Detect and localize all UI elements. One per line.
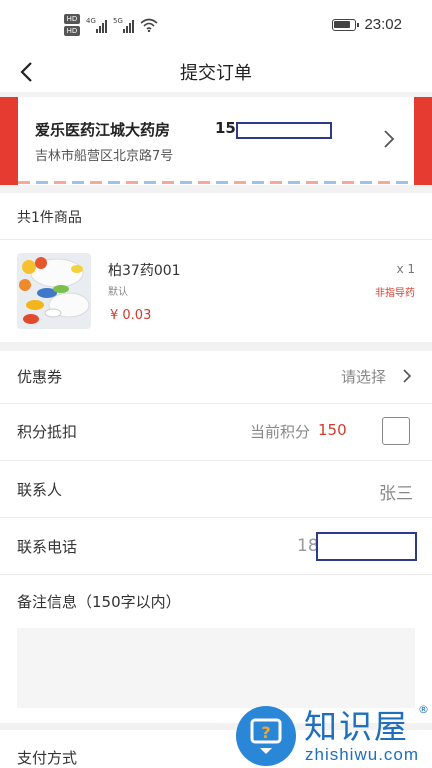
- store-name: 爱乐医药江城大药房: [35, 121, 171, 139]
- status-right: 23:02: [332, 16, 402, 33]
- chevron-right-icon: [384, 130, 395, 148]
- store-phone: 15: [215, 119, 236, 137]
- product-tag: 非指导药: [375, 288, 415, 299]
- network-gen-label: 5G: [113, 17, 123, 25]
- payment-label: 支付方式: [17, 749, 78, 767]
- product-quantity: x 1: [396, 262, 415, 276]
- nav-bar: 提交订单: [0, 52, 432, 92]
- address-stripe-left: [0, 97, 18, 185]
- points-prefix: 当前积分: [250, 423, 311, 441]
- phone-redaction-box: [316, 532, 417, 561]
- phone-label: 联系电话: [17, 538, 78, 556]
- coupon-value: 请选择: [341, 368, 387, 386]
- product-spec: 默认: [108, 287, 128, 298]
- hd-badge: HD: [64, 14, 80, 24]
- points-value: 150: [318, 421, 347, 439]
- page-title: 提交订单: [180, 63, 252, 84]
- product-name: 柏37药001: [108, 263, 181, 279]
- signal-icon: 5G: [113, 17, 134, 33]
- product-price: ¥ 0.03: [110, 308, 152, 323]
- phone-redaction-box: [236, 122, 332, 139]
- hd-badge: HD: [64, 26, 80, 36]
- chevron-right-icon: [403, 369, 412, 383]
- svg-text:?: ?: [261, 723, 270, 742]
- watermark-name: 知识屋: [304, 707, 409, 746]
- hd-badges: HD HD: [64, 14, 80, 36]
- contact-value[interactable]: 张三: [379, 479, 413, 504]
- status-left: HD HD 4G 5G: [64, 14, 158, 36]
- watermark-logo: ?: [236, 706, 296, 766]
- watermark-registered: ®: [418, 703, 429, 716]
- contact-row[interactable]: [0, 461, 432, 517]
- battery-icon: [332, 18, 360, 31]
- clock: 23:02: [364, 16, 402, 33]
- remark-label: 备注信息（150字以内）: [17, 593, 181, 611]
- network-gen-label: 4G: [86, 17, 96, 25]
- goods-count: 共1件商品: [17, 210, 82, 226]
- address-card[interactable]: 爱乐医药江城大药房 15 吉林市船营区北京路7号: [0, 97, 432, 185]
- address-dashed-border: [18, 181, 414, 184]
- points-label: 积分抵扣: [17, 423, 78, 441]
- remark-input[interactable]: [17, 628, 415, 708]
- store-address: 吉林市船营区北京路7号: [35, 149, 174, 164]
- address-stripe-right: [414, 97, 432, 185]
- signal-icon: 4G: [86, 17, 107, 33]
- coupon-label: 优惠券: [17, 368, 63, 386]
- status-bar: HD HD 4G 5G 23:02: [0, 0, 432, 52]
- points-checkbox[interactable]: [382, 417, 410, 445]
- wifi-icon: [140, 18, 158, 32]
- product-image: [17, 253, 91, 329]
- goods-header: 共1件商品: [0, 193, 432, 239]
- watermark-domain: zhishiwu.com: [305, 745, 420, 764]
- contact-label: 联系人: [17, 481, 63, 499]
